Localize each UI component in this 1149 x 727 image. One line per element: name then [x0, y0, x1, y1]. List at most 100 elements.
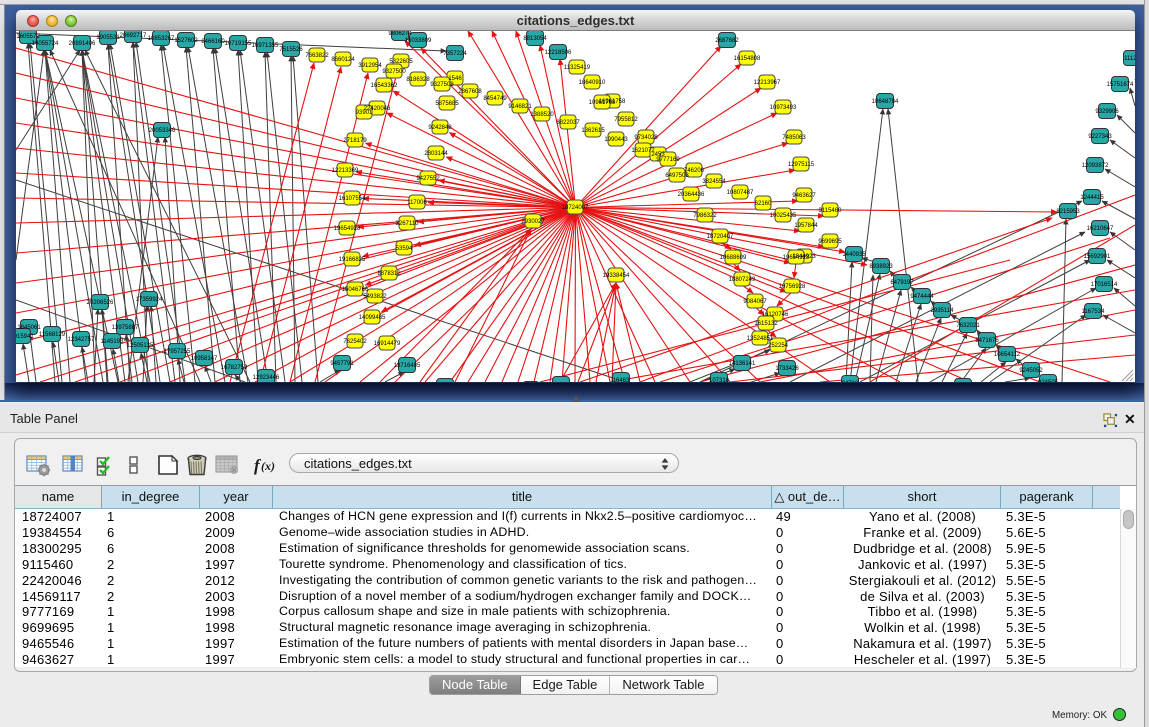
svg-text:16463: 16463 — [613, 378, 630, 382]
svg-text:2867608: 2867608 — [458, 89, 482, 95]
svg-text:8822037: 8822037 — [556, 120, 580, 126]
svg-text:5493822: 5493822 — [363, 294, 387, 300]
svg-text:12342757: 12342757 — [68, 337, 95, 343]
svg-text:107318: 107318 — [709, 378, 730, 382]
svg-text:19338454: 19338454 — [603, 273, 630, 279]
svg-text:9463627: 9463627 — [792, 193, 816, 199]
svg-text:9327508: 9327508 — [430, 82, 454, 88]
svg-text:16154808: 16154808 — [734, 56, 761, 62]
svg-text:2935114: 2935114 — [931, 308, 955, 314]
svg-text:7955812: 7955812 — [614, 117, 638, 123]
svg-text:53594: 53594 — [396, 246, 413, 252]
svg-text:10807487: 10807487 — [727, 190, 754, 196]
svg-text:7986322: 7986322 — [693, 213, 717, 219]
svg-text:16033809: 16033809 — [405, 38, 432, 44]
svg-text:13975887: 13975887 — [112, 325, 139, 331]
svg-text:15751674: 15751674 — [1107, 82, 1134, 88]
svg-text:7632021: 7632021 — [956, 323, 980, 329]
svg-text:3915941: 3915941 — [16, 334, 34, 340]
svg-text:10654112: 10654112 — [994, 352, 1021, 358]
svg-text:12218506: 12218506 — [545, 50, 572, 56]
svg-text:19654923: 19654923 — [783, 255, 810, 261]
svg-text:3824554: 3824554 — [702, 179, 726, 185]
svg-text:14099485: 14099485 — [359, 315, 386, 321]
svg-text:8454749: 8454749 — [483, 96, 507, 102]
svg-text:9806274: 9806274 — [388, 31, 412, 37]
svg-text:94710: 94710 — [842, 381, 859, 382]
svg-text:1733426: 1733426 — [775, 366, 799, 372]
svg-text:9457791: 9457791 — [330, 361, 354, 367]
svg-text:9329906: 9329906 — [1095, 109, 1119, 115]
svg-text:16543362: 16543362 — [371, 83, 398, 89]
svg-text:15046766: 15046766 — [342, 287, 369, 293]
svg-text:9245052: 9245052 — [1019, 368, 1043, 374]
svg-text:1605572: 1605572 — [16, 34, 40, 40]
svg-text:16107554: 16107554 — [339, 196, 366, 202]
svg-text:17016514: 17016514 — [1091, 282, 1118, 288]
svg-text:9115460: 9115460 — [819, 208, 843, 214]
svg-text:9699695: 9699695 — [818, 239, 842, 245]
svg-text:746206: 746206 — [684, 168, 705, 174]
svg-text:2803144: 2803144 — [424, 151, 448, 157]
svg-text:12975115: 12975115 — [788, 162, 815, 168]
svg-text:1388520: 1388520 — [530, 112, 554, 118]
svg-text:10973493: 10973493 — [770, 105, 797, 111]
svg-text:16120746: 16120746 — [762, 312, 789, 318]
svg-text:11568129: 11568129 — [39, 332, 66, 338]
svg-text:11123: 11123 — [1124, 56, 1135, 62]
svg-text:9084067: 9084067 — [743, 299, 767, 305]
svg-text:10025435: 10025435 — [770, 213, 797, 219]
svg-text:1440935: 1440935 — [842, 252, 866, 258]
svg-text:5875685: 5875685 — [435, 101, 459, 107]
svg-text:117006: 117006 — [407, 200, 427, 206]
svg-text:8215953: 8215953 — [1056, 209, 1080, 215]
svg-text:20692717: 20692717 — [120, 33, 147, 39]
svg-text:13524851: 13524851 — [747, 336, 774, 342]
svg-text:14055724: 14055724 — [32, 41, 59, 47]
svg-text:9474444: 9474444 — [910, 294, 934, 300]
svg-text:252254: 252254 — [768, 343, 789, 349]
svg-text:1957844: 1957844 — [794, 223, 818, 229]
svg-text:2687682: 2687682 — [715, 38, 739, 44]
svg-text:17957255: 17957255 — [164, 349, 191, 355]
svg-text:924505: 924505 — [1038, 380, 1059, 382]
svg-text:8660124: 8660124 — [331, 57, 355, 63]
svg-text:16971355: 16971355 — [252, 43, 279, 49]
svg-text:12923446: 12923446 — [253, 375, 280, 381]
svg-text:5322605: 5322605 — [389, 59, 413, 65]
svg-text:9327500: 9327500 — [382, 69, 406, 75]
svg-text:8938923: 8938923 — [869, 264, 893, 270]
svg-text:7357224: 7357224 — [443, 51, 467, 57]
svg-text:9146821: 9146821 — [508, 104, 532, 110]
svg-text:1362615: 1362615 — [581, 128, 605, 134]
svg-text:17359924: 17359924 — [136, 297, 163, 303]
svg-text:10688609: 10688609 — [720, 255, 747, 261]
svg-text:10719155: 10719155 — [225, 41, 252, 47]
svg-text:16782759: 16782759 — [221, 365, 248, 371]
svg-text:10961768: 10961768 — [589, 100, 616, 106]
svg-text:6479197: 6479197 — [890, 280, 914, 286]
svg-text:7515526: 7515526 — [279, 47, 303, 53]
svg-text:10648784: 10648784 — [872, 99, 899, 105]
svg-text:(x): (x) — [261, 459, 275, 473]
svg-text:3267110: 3267110 — [396, 221, 420, 227]
svg-text:15692901: 15692901 — [1084, 254, 1111, 260]
svg-text:18720407: 18720407 — [707, 234, 734, 240]
svg-text:8813054: 8813054 — [523, 36, 547, 42]
svg-text:9227343: 9227343 — [1088, 134, 1112, 140]
svg-text:12505135: 12505135 — [127, 343, 154, 349]
svg-text:1527602: 1527602 — [174, 38, 198, 44]
svg-text:10756928: 10756928 — [779, 284, 806, 290]
svg-text:20364436: 20364436 — [678, 192, 705, 198]
svg-text:14136141: 14136141 — [729, 361, 756, 367]
svg-text:93901: 93901 — [356, 110, 373, 116]
svg-text:9777169: 9777169 — [656, 157, 680, 163]
svg-text:9427552: 9427552 — [416, 176, 440, 182]
svg-text:16210647: 16210647 — [1087, 226, 1114, 232]
svg-text:3912954: 3912954 — [358, 63, 382, 69]
svg-text:10958147: 10958147 — [191, 356, 218, 362]
svg-text:1167534: 1167534 — [1082, 309, 1106, 315]
svg-text:18724007: 18724007 — [562, 205, 589, 211]
svg-text:8878312: 8878312 — [377, 271, 401, 277]
svg-text:8471676: 8471676 — [975, 338, 999, 344]
